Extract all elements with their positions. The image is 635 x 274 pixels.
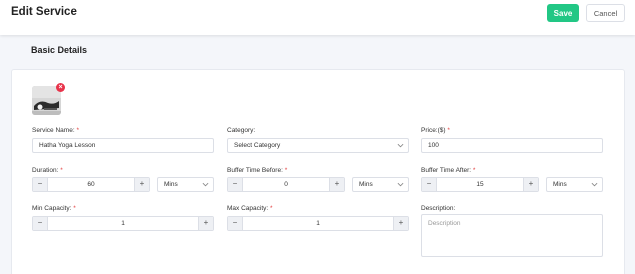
buffer-before-decrement-button[interactable]: − bbox=[228, 178, 243, 191]
buffer-before-stepper: − 0 + bbox=[227, 177, 345, 192]
buffer-before-unit-select[interactable]: Mins bbox=[352, 177, 409, 192]
max-capacity-label: Max Capacity: * bbox=[227, 205, 273, 212]
buffer-before-label: Buffer Time Before: * bbox=[227, 167, 288, 174]
duration-increment-button[interactable]: + bbox=[134, 178, 149, 191]
service-name-label: Service Name: * bbox=[32, 127, 79, 134]
max-capacity-stepper: − 1 + bbox=[227, 216, 409, 231]
max-capacity-value[interactable]: 1 bbox=[243, 217, 393, 230]
buffer-after-value[interactable]: 15 bbox=[437, 178, 523, 191]
duration-label: Duration: * bbox=[32, 167, 63, 174]
duration-unit-value: Mins bbox=[164, 181, 178, 188]
min-capacity-stepper: − 1 + bbox=[32, 216, 214, 231]
min-capacity-label: Min Capacity: * bbox=[32, 205, 76, 212]
description-label: Description: bbox=[421, 205, 456, 212]
buffer-before-unit-value: Mins bbox=[359, 181, 373, 188]
section-title: Basic Details bbox=[31, 45, 88, 55]
chevron-down-icon bbox=[397, 143, 404, 148]
buffer-after-unit-select[interactable]: Mins bbox=[546, 177, 603, 192]
buffer-after-label: Buffer Time After: * bbox=[421, 167, 476, 174]
price-label: Price:($) * bbox=[421, 127, 450, 134]
description-placeholder: Description bbox=[428, 220, 461, 227]
service-name-input[interactable]: Hatha Yoga Lesson bbox=[32, 138, 214, 153]
chevron-down-icon bbox=[202, 182, 209, 187]
cancel-button[interactable]: Cancel bbox=[586, 4, 625, 22]
buffer-before-value[interactable]: 0 bbox=[243, 178, 329, 191]
description-textarea[interactable]: Description bbox=[421, 214, 603, 257]
duration-decrement-button[interactable]: − bbox=[33, 178, 48, 191]
price-input[interactable]: 100 bbox=[421, 138, 603, 153]
buffer-before-increment-button[interactable]: + bbox=[329, 178, 344, 191]
top-bar: Edit Service Save Cancel bbox=[0, 0, 635, 35]
min-capacity-increment-button[interactable]: + bbox=[198, 217, 213, 230]
buffer-after-stepper: − 15 + bbox=[421, 177, 539, 192]
max-capacity-decrement-button[interactable]: − bbox=[228, 217, 243, 230]
min-capacity-value[interactable]: 1 bbox=[48, 217, 198, 230]
buffer-after-increment-button[interactable]: + bbox=[523, 178, 538, 191]
max-capacity-increment-button[interactable]: + bbox=[393, 217, 408, 230]
min-capacity-decrement-button[interactable]: − bbox=[33, 217, 48, 230]
duration-unit-select[interactable]: Mins bbox=[157, 177, 214, 192]
save-button[interactable]: Save bbox=[547, 4, 579, 22]
category-value: Select Category bbox=[234, 142, 281, 149]
buffer-after-unit-value: Mins bbox=[553, 181, 567, 188]
duration-stepper: − 60 + bbox=[32, 177, 150, 192]
chevron-down-icon bbox=[591, 182, 598, 187]
category-select[interactable]: Select Category bbox=[227, 138, 409, 153]
chevron-down-icon bbox=[397, 182, 404, 187]
duration-value[interactable]: 60 bbox=[48, 178, 134, 191]
buffer-after-decrement-button[interactable]: − bbox=[422, 178, 437, 191]
category-label: Category: bbox=[227, 127, 256, 134]
page-title: Edit Service bbox=[11, 6, 77, 18]
remove-image-icon[interactable]: × bbox=[56, 83, 65, 92]
